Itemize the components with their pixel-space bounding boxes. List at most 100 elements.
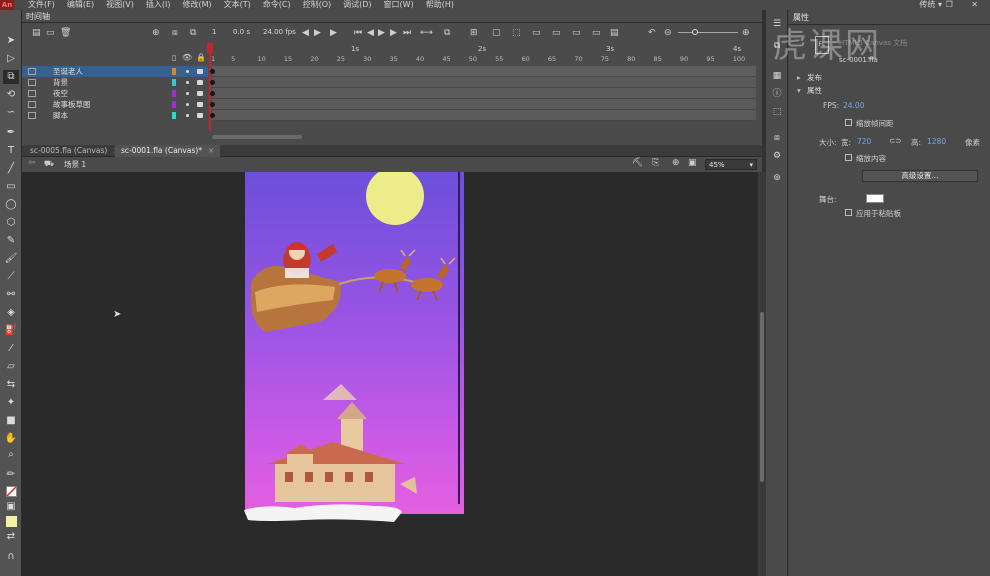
keyframe[interactable] — [210, 102, 215, 107]
zoom-select[interactable]: 45% ▾ — [705, 159, 757, 170]
layer-row[interactable]: 夜空 — [22, 88, 208, 99]
lock-icon[interactable] — [197, 91, 203, 96]
frame-track[interactable] — [210, 110, 756, 121]
brush-tool-icon[interactable]: ⟋ — [3, 270, 19, 284]
zoom-out-timeline-icon[interactable]: ⊖ — [664, 27, 672, 39]
free-transform-tool-icon[interactable]: ⧉ — [3, 70, 19, 84]
insert-keyframe-icon[interactable]: ▢ — [492, 27, 501, 39]
layer-row[interactable]: 故事板草图 — [22, 99, 208, 110]
outline-header-icon[interactable]: ▯ — [172, 53, 176, 62]
keyframe[interactable] — [210, 113, 215, 118]
rectangle-tool-icon[interactable]: ▭ — [3, 180, 19, 194]
stage-color-swatch[interactable] — [866, 194, 884, 203]
height-value[interactable]: 1280 — [927, 137, 946, 146]
zoom-tool-icon[interactable]: ⌕ — [3, 448, 19, 462]
advanced-settings-button[interactable]: 高级设置... — [862, 170, 978, 182]
visibility-dot-icon[interactable] — [186, 103, 189, 106]
doc-tab-sc0005[interactable]: sc-0005.fla (Canvas)× — [24, 145, 126, 157]
first-frame-icon[interactable]: ⏮ — [354, 27, 362, 39]
publish-section[interactable]: ▸ 发布 — [797, 72, 822, 83]
snap-magnet-icon[interactable]: ∩ — [3, 550, 19, 564]
visibility-header-icon[interactable]: 👁 — [182, 53, 192, 62]
keyframe[interactable] — [210, 91, 215, 96]
layer-name[interactable]: 夜空 — [53, 88, 68, 99]
swap-colors-icon[interactable]: ⇄ — [3, 530, 19, 544]
visibility-dot-icon[interactable] — [186, 81, 189, 84]
scale-content-checkbox[interactable] — [845, 154, 852, 161]
layer-outline-color[interactable] — [172, 90, 176, 97]
reindeer-shape[interactable] — [374, 249, 456, 301]
frame-options-icon[interactable]: ▤ — [610, 27, 619, 39]
bone-tool-icon[interactable]: ⚯ — [3, 288, 19, 302]
moon-shape[interactable] — [366, 172, 424, 225]
timeline-zoom-handle[interactable] — [692, 29, 698, 35]
pencil-tool-icon[interactable]: ✎ — [3, 234, 19, 248]
width-tool-icon[interactable]: ⇆ — [3, 378, 19, 392]
layer-row[interactable]: 脚本 — [22, 110, 208, 121]
scrollbar-thumb[interactable] — [760, 312, 764, 482]
fps-field[interactable]: 24.00 fps — [263, 27, 296, 38]
subselection-tool-icon[interactable]: ▷ — [3, 52, 19, 66]
classic-tween-icon[interactable]: ▭ — [552, 27, 561, 39]
frame-ruler[interactable]: 1s 2s 3s 4s 1 5 10 15 20 25 30 35 40 45 50 55 60 65 70 75 80… — [208, 43, 762, 65]
zoom-in-timeline-icon[interactable]: ⊕ — [742, 27, 750, 39]
edit-symbol-icon[interactable]: ⎘ — [652, 158, 659, 168]
lock-icon[interactable] — [197, 102, 203, 107]
frame-view-icon[interactable]: ▭ — [592, 27, 601, 39]
center-stage-icon[interactable]: ⊕ — [672, 158, 680, 168]
lock-icon[interactable] — [197, 113, 203, 118]
frame-track[interactable] — [210, 77, 756, 88]
menu-file[interactable]: 文件(F) — [28, 0, 55, 10]
frame-track[interactable] — [210, 88, 756, 99]
menu-modify[interactable]: 修改(M) — [182, 0, 211, 10]
doc-tab-sc0001[interactable]: sc-0001.fla (Canvas)* × — [115, 145, 221, 157]
timeline-zoom-slider[interactable] — [678, 32, 738, 33]
play-button-icon[interactable]: ▶ — [378, 27, 385, 39]
properties-section[interactable]: ▾ 属性 — [797, 85, 822, 96]
layer-name[interactable]: 背景 — [53, 77, 68, 88]
layer-name[interactable]: 故事板草图 — [53, 99, 91, 110]
edit-scene-icon[interactable]: ⛏ — [632, 158, 643, 168]
markers-icon[interactable]: ⊞ — [470, 27, 478, 39]
new-folder-icon[interactable]: ▭ — [46, 27, 55, 39]
undo-icon[interactable]: ↶ — [648, 27, 656, 39]
menu-commands[interactable]: 命令(C) — [263, 0, 291, 10]
santa-sleigh-shape[interactable] — [251, 242, 416, 332]
fill-color-icon[interactable]: ▣ — [3, 500, 19, 514]
lock-icon[interactable] — [197, 80, 203, 85]
fill-swatch-icon[interactable] — [3, 514, 19, 528]
playhead-handle[interactable] — [207, 43, 213, 53]
link-dimensions-icon[interactable]: ⊂⊃ — [889, 136, 902, 145]
onion-skin-icon[interactable]: ⧈ — [172, 27, 178, 39]
clip-content-icon[interactable]: ▣ — [688, 158, 697, 168]
line-tool-icon[interactable]: ╱ — [3, 162, 19, 176]
next-frame-icon[interactable]: ▶ — [390, 27, 397, 39]
play-icon[interactable]: ▶ — [330, 27, 337, 39]
new-layer-icon[interactable]: ▤ — [32, 27, 41, 39]
menu-debug[interactable]: 调试(D) — [343, 0, 371, 10]
easing-icon[interactable]: ⬚ — [512, 27, 521, 39]
layer-outline-color[interactable] — [172, 101, 176, 108]
layer-name[interactable]: 圣诞老人 — [53, 66, 83, 77]
stage-vertical-scrollbar[interactable] — [758, 172, 766, 576]
info-panel-icon[interactable]: ⓘ — [770, 88, 784, 100]
assets-panel-icon[interactable]: ⊚ — [770, 172, 784, 184]
time-field[interactable]: 0.0 s — [233, 27, 250, 38]
keyframe[interactable] — [210, 69, 215, 74]
window-controls[interactable]: — ❐ ✕ — [919, 0, 986, 10]
fps-step-forward-icon[interactable]: ▶ — [314, 27, 321, 39]
tween-icon[interactable]: ▭ — [532, 27, 541, 39]
3d-rotation-tool-icon[interactable]: ⟲ — [3, 88, 19, 102]
timeline-scrollbar[interactable] — [212, 135, 302, 139]
back-arrow-icon[interactable]: ⇦ — [28, 158, 36, 168]
visibility-dot-icon[interactable] — [186, 114, 189, 117]
lock-icon[interactable] — [197, 69, 203, 74]
lock-header-icon[interactable]: 🔒 — [196, 53, 206, 62]
paint-brush-tool-icon[interactable]: 🖌 — [3, 252, 19, 266]
camera-tool-icon[interactable]: ■ — [3, 414, 19, 428]
frame-track[interactable] — [210, 99, 756, 110]
lasso-tool-icon[interactable]: ∽ — [3, 106, 19, 120]
transform-panel-icon[interactable]: ⬚ — [770, 106, 784, 118]
stage-work-area[interactable]: ➤ — [22, 172, 758, 576]
keyframe[interactable] — [210, 80, 215, 85]
